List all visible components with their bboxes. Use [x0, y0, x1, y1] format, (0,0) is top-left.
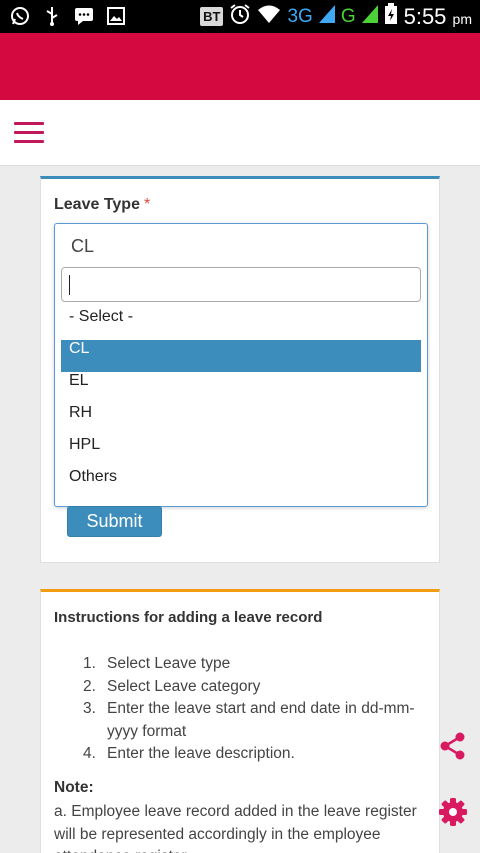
system-indicators: BT 3G G 5:55 pm — [200, 3, 472, 30]
image-icon — [106, 5, 126, 27]
dropdown-search-input[interactable] — [61, 267, 421, 302]
hamburger-menu-icon[interactable] — [14, 122, 44, 144]
note-title: Note: — [54, 779, 94, 796]
clock-time: 5:55 — [403, 3, 447, 29]
menu-line — [14, 131, 44, 134]
dropdown-selected-value[interactable]: CL — [71, 236, 94, 257]
network-g-label: G — [340, 5, 356, 27]
network-3g-label: 3G — [287, 5, 313, 27]
notification-icons — [10, 5, 126, 27]
step-text: Select Leave category — [107, 677, 261, 695]
step-text: Enter the leave description. — [107, 745, 295, 762]
leave-form-card: Leave Type * CL - Select - CL EL RH HPL O… — [40, 176, 440, 563]
signal-3g-icon — [318, 5, 335, 28]
dropdown-option[interactable]: HPL — [61, 436, 421, 468]
status-bar: BT 3G G 5:55 pm — [0, 0, 480, 33]
step-number: 2. — [83, 677, 96, 695]
wifi-icon — [257, 4, 281, 29]
gear-icon[interactable] — [438, 797, 468, 827]
app-header — [0, 33, 480, 100]
note-text: a. Employee leave record added in the le… — [54, 803, 417, 853]
dropdown-option[interactable]: - Select - — [61, 308, 421, 340]
menu-line — [14, 122, 44, 125]
alarm-icon — [229, 3, 251, 30]
instructions-title: Instructions for adding a leave record — [54, 609, 323, 626]
instruction-step: 1. Select Leave type — [83, 653, 423, 676]
dropdown-options: - Select - CL EL RH HPL Others — [61, 308, 421, 500]
leave-type-label-text: Leave Type — [54, 196, 140, 213]
submit-button[interactable]: Submit — [67, 506, 162, 537]
battery-icon — [384, 3, 398, 30]
step-number: 1. — [83, 655, 96, 672]
nav-bar — [0, 100, 480, 166]
leave-type-label: Leave Type * — [54, 196, 150, 214]
bt-badge: BT — [200, 7, 224, 26]
share-icon[interactable] — [438, 731, 468, 761]
instruction-steps: 1. Select Leave type 2. Select Leave categ… — [83, 653, 423, 766]
instruction-step: 4. Enter the leave description. — [83, 743, 423, 766]
leave-type-dropdown[interactable]: CL - Select - CL EL RH HPL Others — [54, 223, 428, 507]
menu-line — [14, 140, 44, 143]
dropdown-option-highlighted[interactable]: CL — [61, 340, 421, 372]
step-text: Select Leave type — [107, 655, 231, 672]
instructions-card: Instructions for adding a leave record 1… — [40, 589, 440, 853]
usb-icon — [42, 5, 62, 27]
required-mark: * — [143, 196, 151, 213]
dropdown-option[interactable]: EL — [61, 372, 421, 404]
clock-ampm: pm — [452, 10, 472, 27]
dropdown-option[interactable]: Others — [61, 468, 421, 500]
signal-g-icon — [361, 5, 378, 28]
instruction-step: 2. Select Leave category — [83, 676, 423, 699]
whatsapp-icon — [10, 5, 30, 27]
text-cursor — [69, 275, 70, 295]
step-number: 3. — [83, 700, 96, 717]
step-number: 4. — [83, 745, 96, 762]
clock: 5:55 pm — [404, 4, 472, 30]
dropdown-option[interactable]: RH — [61, 404, 421, 436]
message-icon — [74, 5, 94, 27]
instruction-step: 3. Enter the leave start and end date in … — [83, 698, 423, 743]
step-text: Enter the leave start and end date in dd… — [107, 700, 415, 740]
